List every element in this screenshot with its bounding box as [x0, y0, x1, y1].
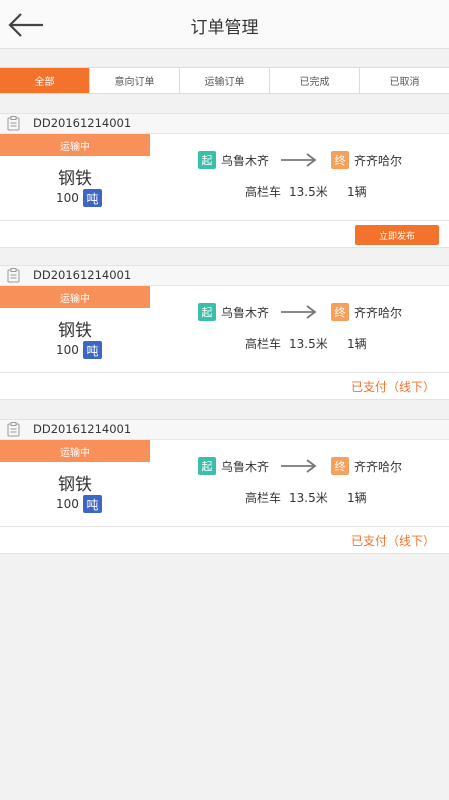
page-title: 订单管理 — [190, 18, 259, 38]
order-header: DD20161214001 — [0, 265, 449, 286]
status-badge: 运输中 — [0, 286, 150, 308]
destination-city: 齐齐哈尔 — [354, 154, 403, 168]
status-badge: 运输中 — [0, 134, 150, 156]
goods-quantity: 100 — [56, 343, 79, 357]
destination-city: 齐齐哈尔 — [354, 306, 403, 320]
vehicle-count: 1辆 — [347, 185, 367, 199]
order-body: 运输中 钢铁 100 吨 起 乌鲁木齐 终 齐齐哈尔 高栏车 13.5米 1辆 — [0, 286, 449, 372]
order-header: DD20161214001 — [0, 419, 449, 440]
vehicle-length: 13.5米 — [289, 337, 328, 351]
order-card[interactable]: DD20161214001 运输中 钢铁 100 吨 起 乌鲁木齐 终 齐齐哈尔… — [0, 419, 449, 554]
origin-city: 乌鲁木齐 — [221, 460, 270, 474]
unit-badge: 吨 — [83, 189, 102, 207]
goods-name: 钢铁 — [58, 169, 92, 189]
clipboard-icon — [7, 422, 20, 437]
destination-city: 齐齐哈尔 — [354, 460, 403, 474]
clipboard-icon — [7, 116, 20, 131]
order-body: 运输中 钢铁 100 吨 起 乌鲁木齐 终 齐齐哈尔 高栏车 13.5米 1辆 — [0, 134, 449, 220]
origin-city: 乌鲁木齐 — [221, 306, 270, 320]
order-footer: 已支付（线下） — [0, 526, 449, 553]
payment-status: 已支付（线下） — [350, 380, 435, 394]
vehicle-type: 高栏车 — [245, 491, 282, 505]
vehicle-count: 1辆 — [347, 337, 367, 351]
order-number: DD20161214001 — [33, 422, 132, 436]
filter-tabs: 全部 意向订单 运输订单 已完成 已取消 — [0, 67, 449, 94]
vehicle-length: 13.5米 — [289, 491, 328, 505]
tab-completed[interactable]: 已完成 — [269, 68, 359, 93]
goods-quantity: 100 — [56, 191, 79, 205]
goods-name: 钢铁 — [58, 321, 92, 341]
order-number: DD20161214001 — [33, 268, 132, 282]
vehicle-count: 1辆 — [347, 491, 367, 505]
goods-quantity: 100 — [56, 497, 79, 511]
header-bar: 订单管理 — [0, 0, 449, 49]
order-footer: 立即发布 — [0, 220, 449, 247]
order-number: DD20161214001 — [33, 116, 132, 130]
status-badge: 运输中 — [0, 440, 150, 462]
origin-city: 乌鲁木齐 — [221, 154, 270, 168]
order-header: DD20161214001 — [0, 113, 449, 134]
end-badge: 终 — [331, 457, 349, 475]
start-badge: 起 — [198, 303, 216, 321]
goods-name: 钢铁 — [58, 475, 92, 495]
vehicle-type: 高栏车 — [245, 337, 282, 351]
end-badge: 终 — [331, 303, 349, 321]
vehicle-type: 高栏车 — [245, 185, 282, 199]
tab-all[interactable]: 全部 — [0, 68, 89, 93]
payment-status: 已支付（线下） — [350, 534, 435, 548]
end-badge: 终 — [331, 151, 349, 169]
tab-transport-orders[interactable]: 运输订单 — [179, 68, 269, 93]
arrow-right-icon — [281, 305, 317, 319]
order-body: 运输中 钢铁 100 吨 起 乌鲁木齐 终 齐齐哈尔 高栏车 13.5米 1辆 — [0, 440, 449, 526]
order-card[interactable]: DD20161214001 运输中 钢铁 100 吨 起 乌鲁木齐 终 齐齐哈尔… — [0, 113, 449, 248]
vehicle-length: 13.5米 — [289, 185, 328, 199]
unit-badge: 吨 — [83, 341, 102, 359]
order-footer: 已支付（线下） — [0, 372, 449, 399]
publish-now-button[interactable]: 立即发布 — [355, 225, 439, 245]
order-card[interactable]: DD20161214001 运输中 钢铁 100 吨 起 乌鲁木齐 终 齐齐哈尔… — [0, 265, 449, 400]
clipboard-icon — [7, 268, 20, 283]
start-badge: 起 — [198, 151, 216, 169]
tab-cancelled[interactable]: 已取消 — [359, 68, 449, 93]
arrow-right-icon — [281, 459, 317, 473]
unit-badge: 吨 — [83, 495, 102, 513]
tab-intent-orders[interactable]: 意向订单 — [89, 68, 179, 93]
arrow-right-icon — [281, 153, 317, 167]
start-badge: 起 — [198, 457, 216, 475]
